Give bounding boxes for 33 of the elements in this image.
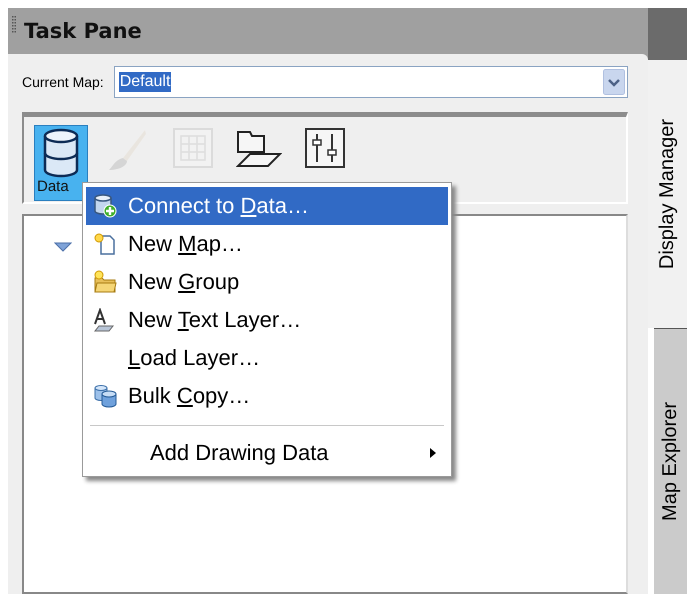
menu-item-label: Connect to Data… (128, 193, 310, 219)
databases-icon (93, 384, 117, 408)
menu-item[interactable]: New Map… (86, 225, 448, 263)
pane-title: Task Pane (24, 19, 142, 43)
menu-item-label: New Group (128, 269, 240, 295)
submenu-arrow-icon (430, 448, 436, 458)
text-layer-icon (93, 308, 117, 332)
expanded-triangle-icon[interactable] (54, 242, 72, 252)
current-map-dropdown[interactable]: Default (114, 66, 628, 98)
menu-item[interactable]: Connect to Data… (86, 187, 448, 225)
menu-item-label: New Map… (128, 231, 244, 257)
menu-item[interactable]: Bulk Copy… (86, 377, 448, 415)
folder-layer-icon (236, 128, 282, 168)
database-icon (42, 128, 80, 178)
new-folder-icon (93, 270, 117, 294)
menu-item-label: New Text Layer… (128, 307, 302, 333)
sliders-icon (305, 128, 345, 168)
database-add-icon (93, 194, 117, 218)
menu-item[interactable]: New Group (86, 263, 448, 301)
menu-item-label: Load Layer… (128, 345, 262, 371)
menu-item[interactable]: Load Layer… (86, 339, 448, 377)
menu-item-label: Add Drawing Data (149, 440, 330, 466)
menu-item-label: Bulk Copy… (128, 383, 252, 409)
dropdown-value: Default (118, 72, 172, 92)
grip-icon[interactable] (12, 16, 16, 34)
new-document-icon (93, 232, 117, 256)
side-tab[interactable]: Map Explorer (654, 328, 687, 594)
current-map-label: Current Map: (22, 74, 104, 90)
brush-icon (107, 128, 147, 172)
side-tab[interactable]: Display Manager (648, 60, 687, 328)
data-button[interactable]: Data (34, 125, 88, 201)
menu-item[interactable]: Add Drawing Data (86, 434, 448, 472)
menu-item[interactable]: New Text Layer… (86, 301, 448, 339)
